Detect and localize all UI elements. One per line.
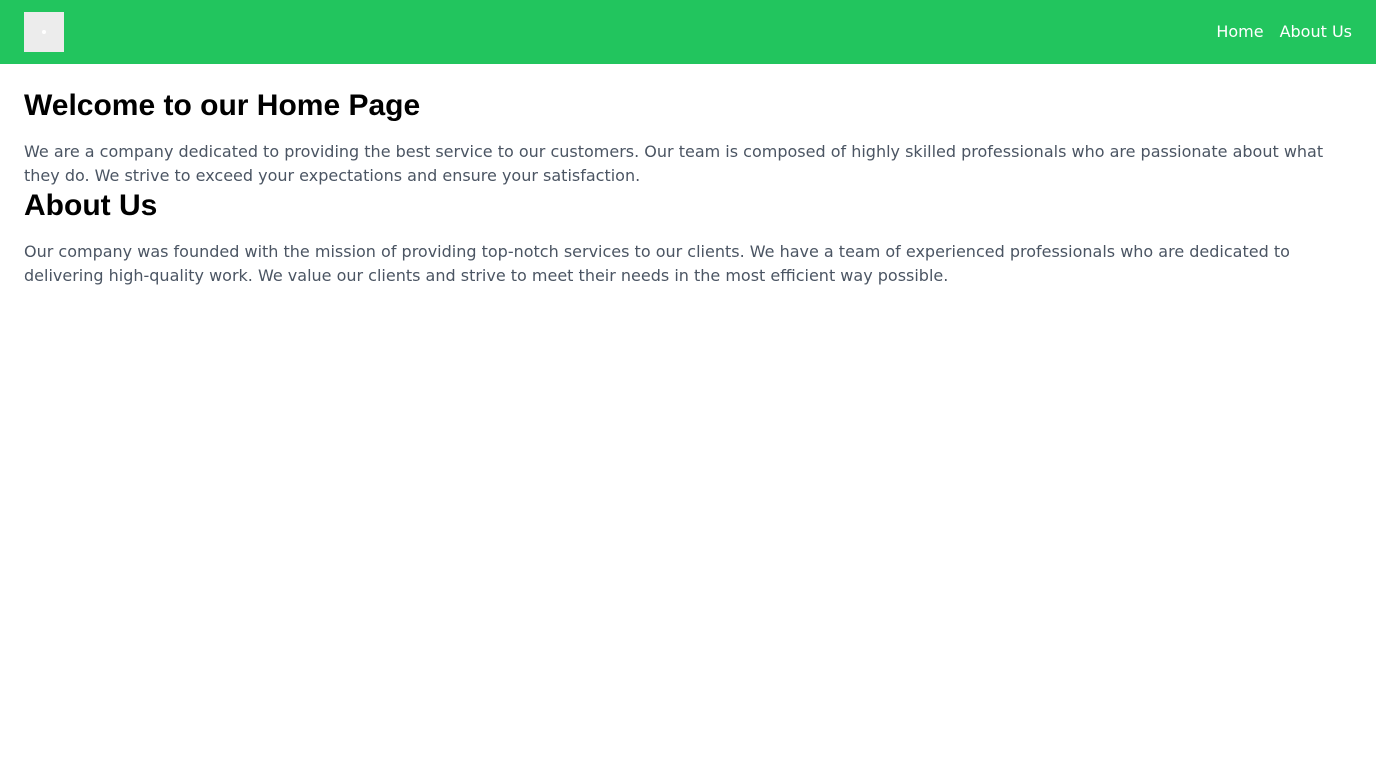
welcome-section: Welcome to our Home Page We are a compan…: [24, 88, 1352, 188]
nav-links: Home About Us: [1216, 20, 1352, 44]
nav-link-home[interactable]: Home: [1216, 20, 1263, 44]
welcome-heading: Welcome to our Home Page: [24, 89, 421, 122]
about-text: Our company was founded with the mission…: [24, 242, 1290, 285]
top-navbar: Home About Us: [0, 0, 1376, 64]
logo-placeholder-icon[interactable]: [24, 12, 64, 52]
welcome-text: We are a company dedicated to providing …: [24, 142, 1324, 185]
about-heading: About Us: [24, 189, 158, 222]
about-section: About Us Our company was founded with th…: [24, 188, 1352, 288]
main-content: Welcome to our Home Page We are a compan…: [0, 64, 1376, 288]
nav-link-about-us[interactable]: About Us: [1280, 20, 1352, 44]
